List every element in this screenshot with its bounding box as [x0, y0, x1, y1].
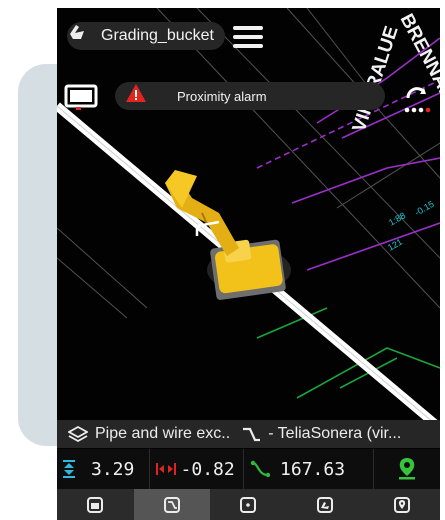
tab-machine-view[interactable] — [57, 489, 134, 520]
vertical-distance-icon — [63, 460, 75, 478]
measurement-bar: 3.29 -0.82 167.63 — [57, 449, 440, 489]
more-options-button[interactable] — [402, 84, 432, 116]
tab-point[interactable] — [210, 489, 287, 520]
tab-bar — [57, 489, 440, 520]
vertical-distance-value: 3.29 — [91, 458, 135, 480]
contour-label-121: 121 — [386, 237, 404, 253]
line-icon — [240, 424, 262, 444]
location-tab-icon — [393, 496, 410, 513]
map-view[interactable]: VIHERALUE BRENNAR 121 -0.15 1:88 Grading… — [57, 8, 440, 420]
view-toggle-button[interactable] — [63, 82, 99, 114]
display-icon — [64, 84, 98, 110]
map-canvas: VIHERALUE BRENNAR 121 -0.15 1:88 — [57, 8, 440, 420]
station-value: 167.63 — [280, 458, 346, 480]
bucket-tab-icon — [317, 496, 334, 513]
horizontal-distance-value: -0.82 — [180, 458, 235, 480]
dots-icon — [404, 87, 431, 113]
tab-bucket[interactable] — [287, 489, 364, 520]
profile-icon — [163, 496, 180, 513]
menu-button[interactable] — [233, 26, 263, 48]
vertical-distance-readout: 3.29 — [57, 449, 150, 489]
alarm-label: Proximity alarm — [177, 88, 267, 104]
station-readout: 167.63 — [244, 449, 375, 489]
station-icon — [250, 460, 271, 478]
proximity-alarm-banner[interactable]: Proximity alarm — [115, 82, 385, 110]
tool-name: Grading_bucket — [101, 27, 214, 44]
tab-profile[interactable] — [133, 489, 211, 520]
bucket-icon — [70, 24, 97, 48]
locate-button[interactable] — [374, 449, 440, 489]
point-icon — [240, 496, 257, 513]
warning-triangle-icon — [126, 84, 146, 102]
contour-label-015: -0.15 — [413, 199, 436, 218]
horizontal-distance-icon — [155, 463, 176, 475]
active-layer-bar[interactable]: Pipe and wire exc.. - TeliaSonera (vir..… — [57, 420, 440, 448]
machine-view-icon — [87, 496, 104, 513]
location-pin-icon — [399, 458, 416, 480]
layers-icon — [67, 424, 89, 444]
street-label-viheralue: VIHERALUE — [349, 24, 403, 135]
device-screen: VIHERALUE BRENNAR 121 -0.15 1:88 Grading… — [57, 8, 440, 520]
layer-label: Pipe and wire exc.. — [95, 425, 231, 442]
tool-selector[interactable]: Grading_bucket — [67, 22, 225, 50]
hamburger-icon — [233, 26, 263, 30]
line-label: - TeliaSonera (vir... — [268, 425, 402, 442]
contour-label-188: 1:88 — [387, 210, 407, 227]
excavator-model — [165, 170, 286, 300]
tab-location[interactable] — [363, 489, 440, 520]
horizontal-distance-readout: -0.82 — [150, 449, 245, 489]
